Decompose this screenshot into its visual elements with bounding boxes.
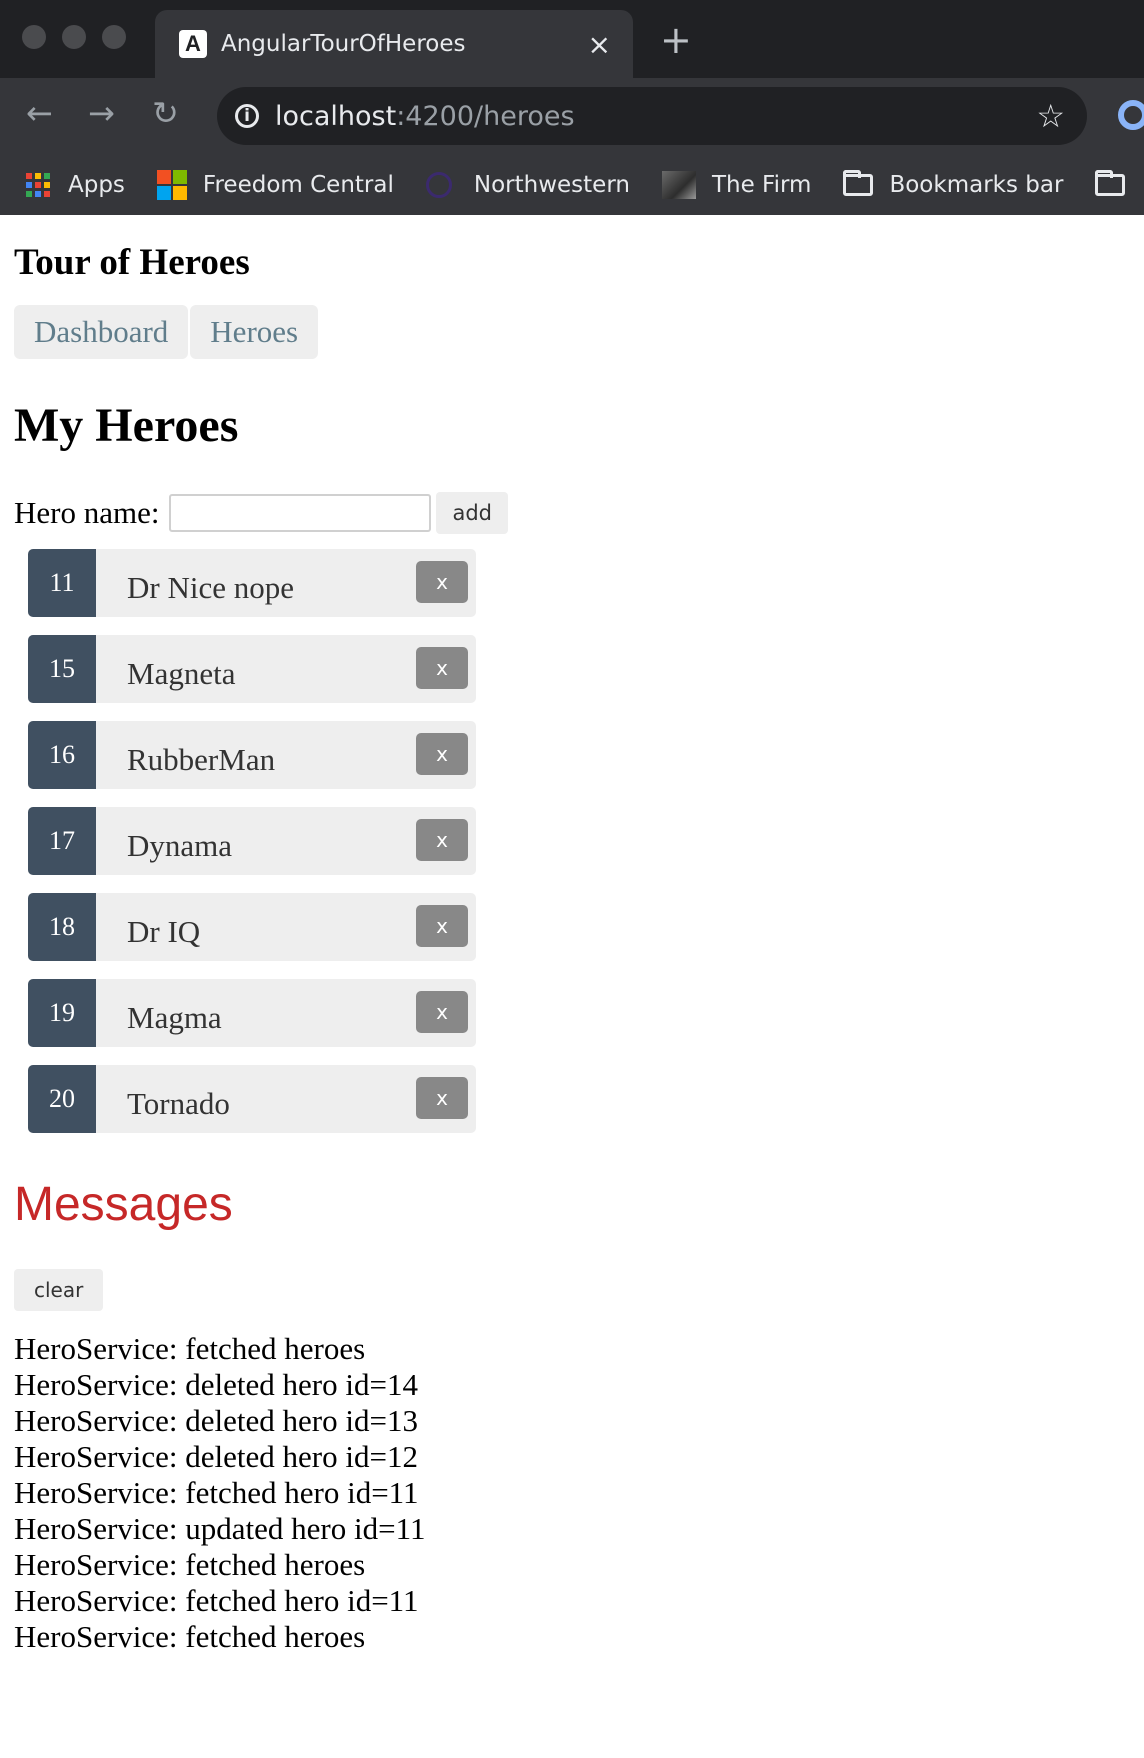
browser-toolbar: ← → ↻ i localhost:4200/heroes ☆ <box>0 78 1144 154</box>
folder-icon <box>1095 169 1126 196</box>
reload-icon[interactable]: ↻ <box>152 94 179 132</box>
hero-id-badge: 17 <box>28 807 96 875</box>
delete-hero-button[interactable]: x <box>416 991 468 1033</box>
bookmark-freedom-central[interactable]: Freedom Central <box>156 169 394 200</box>
windows-logo-icon <box>156 169 187 200</box>
forward-icon[interactable]: → <box>88 94 115 132</box>
message-item: HeroService: fetched hero id=11 <box>14 1475 419 1510</box>
delete-hero-button[interactable]: x <box>416 905 468 947</box>
hero-name-input[interactable] <box>169 494 432 532</box>
delete-hero-button[interactable]: x <box>416 561 468 603</box>
browser-tab[interactable]: A AngularTourOfHeroes × <box>155 10 633 78</box>
url-host: localhost <box>275 100 397 132</box>
nav-dashboard-link[interactable]: Dashboard <box>14 305 189 359</box>
bookmark-star-icon[interactable]: ☆ <box>1036 97 1065 135</box>
tab-close-icon[interactable]: × <box>588 28 611 61</box>
bookmark-label: Northwestern <box>473 171 630 198</box>
ring-icon <box>425 171 452 198</box>
hero-item[interactable]: 11 Dr Nice nope x <box>28 549 476 617</box>
angular-favicon-icon: A <box>179 30 207 58</box>
hero-name-link[interactable]: Dr Nice nope <box>127 570 294 606</box>
maximize-window-button[interactable] <box>102 25 126 49</box>
messages-title: Messages <box>14 1178 233 1231</box>
delete-hero-button[interactable]: x <box>416 819 468 861</box>
apps-grid-icon <box>26 172 50 197</box>
hero-id-badge: 15 <box>28 635 96 703</box>
minimize-window-button[interactable] <box>62 25 86 49</box>
bookmark-bookmarks-bar[interactable]: Bookmarks bar <box>843 169 1064 198</box>
message-item: HeroService: fetched heroes <box>14 1547 366 1582</box>
message-item: HeroService: fetched heroes <box>14 1331 366 1366</box>
message-item: HeroService: fetched heroes <box>14 1619 366 1654</box>
hero-item[interactable]: 17 Dynama x <box>28 807 476 875</box>
message-item: HeroService: deleted hero id=12 <box>14 1439 418 1474</box>
app-content: Tour of Heroes Dashboard Heroes My Heroe… <box>14 215 1134 1655</box>
url-path: :4200/heroes <box>396 100 575 132</box>
delete-hero-button[interactable]: x <box>416 1077 468 1119</box>
bookmark-label: The Firm <box>711 171 812 198</box>
back-icon[interactable]: ← <box>26 94 53 132</box>
hero-id-badge: 11 <box>28 549 96 617</box>
hero-name-link[interactable]: Tornado <box>127 1086 230 1122</box>
message-item: HeroService: fetched hero id=11 <box>14 1583 419 1618</box>
hero-name-link[interactable]: RubberMan <box>127 742 275 778</box>
profile-icon[interactable] <box>1118 100 1144 130</box>
close-window-button[interactable] <box>22 25 46 49</box>
hero-item[interactable]: 19 Magma x <box>28 979 476 1047</box>
bookmark-label: Apps <box>68 171 125 198</box>
bookmark-more-folder[interactable] <box>1095 169 1141 196</box>
clear-messages-button[interactable]: clear <box>14 1269 104 1311</box>
window-controls <box>22 25 126 49</box>
add-hero-form: Hero name: add <box>14 491 1134 535</box>
app-title: Tour of Heroes <box>14 242 250 283</box>
url-text[interactable]: localhost:4200/heroes <box>275 101 1036 132</box>
heroes-list: 11 Dr Nice nope x 15 Magneta x 16 RubberMan x 17 D… <box>28 549 1134 1133</box>
bookmarks-bar: Apps Freedom Central Northwestern The Fi… <box>0 154 1144 215</box>
hero-name-link[interactable]: Magneta <box>127 656 235 692</box>
address-bar[interactable]: i localhost:4200/heroes ☆ <box>217 87 1087 145</box>
tab-title: AngularTourOfHeroes <box>221 31 466 57</box>
hero-item[interactable]: 20 Tornado x <box>28 1065 476 1133</box>
hero-item[interactable]: 15 Magneta x <box>28 635 476 703</box>
photo-icon <box>661 170 696 199</box>
new-tab-button[interactable]: + <box>660 18 692 62</box>
bookmark-northwestern[interactable]: Northwestern <box>425 171 630 198</box>
delete-hero-button[interactable]: x <box>416 733 468 775</box>
add-hero-button[interactable]: add <box>436 492 508 534</box>
hero-item[interactable]: 16 RubberMan x <box>28 721 476 789</box>
bookmark-label: Bookmarks bar <box>889 171 1064 198</box>
browser-chrome: A AngularTourOfHeroes × + ← → ↻ i localh… <box>0 0 1144 215</box>
hero-id-badge: 19 <box>28 979 96 1047</box>
bookmark-label: Freedom Central <box>202 171 394 198</box>
delete-hero-button[interactable]: x <box>416 647 468 689</box>
hero-id-badge: 16 <box>28 721 96 789</box>
app-nav: Dashboard Heroes <box>14 305 1134 359</box>
tab-strip: A AngularTourOfHeroes × + <box>0 0 1144 78</box>
info-icon[interactable]: i <box>235 104 259 128</box>
hero-id-badge: 20 <box>28 1065 96 1133</box>
hero-id-badge: 18 <box>28 893 96 961</box>
hero-name-link[interactable]: Dr IQ <box>127 914 200 950</box>
bookmark-the-firm[interactable]: The Firm <box>661 170 812 199</box>
messages-list: HeroService: fetched heroes HeroService: … <box>14 1331 1134 1655</box>
page-title: My Heroes <box>14 399 239 452</box>
folder-icon <box>843 169 874 196</box>
message-item: HeroService: deleted hero id=13 <box>14 1403 418 1438</box>
message-item: HeroService: deleted hero id=14 <box>14 1367 418 1402</box>
hero-name-label: Hero name: <box>14 495 160 530</box>
hero-item[interactable]: 18 Dr IQ x <box>28 893 476 961</box>
hero-name-link[interactable]: Dynama <box>127 828 232 864</box>
message-item: HeroService: updated hero id=11 <box>14 1511 426 1546</box>
nav-heroes-link[interactable]: Heroes <box>190 305 319 359</box>
bookmark-apps[interactable]: Apps <box>26 172 125 198</box>
hero-name-link[interactable]: Magma <box>127 1000 222 1036</box>
